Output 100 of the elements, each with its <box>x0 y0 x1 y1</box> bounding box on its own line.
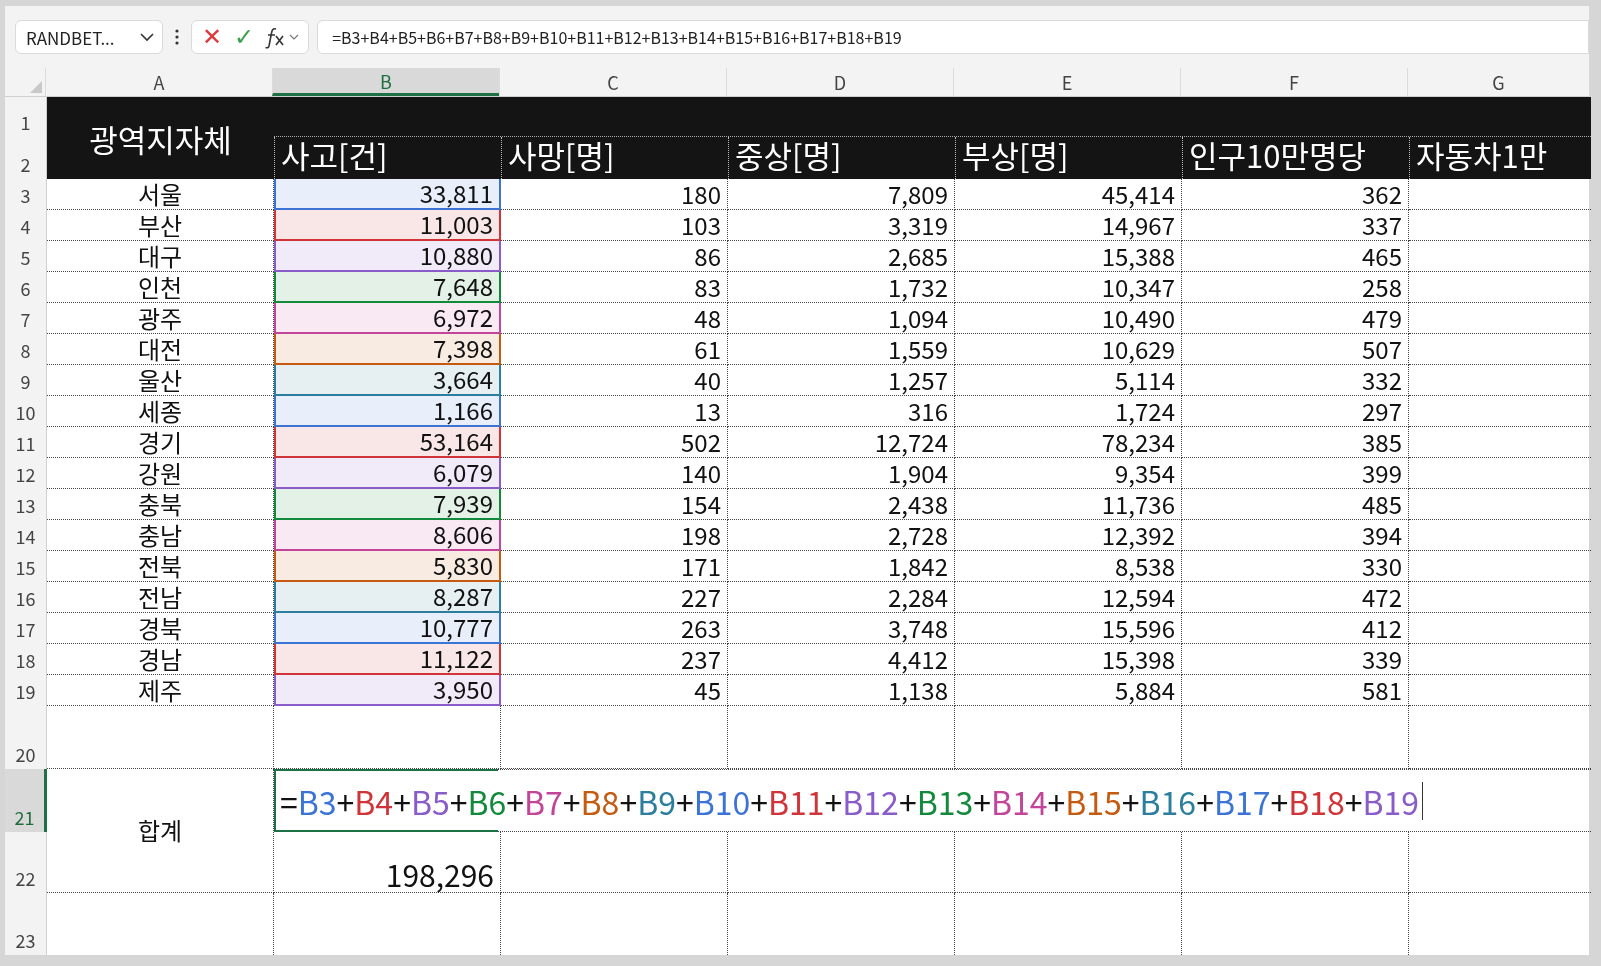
table-cell: 14,967 <box>955 210 1182 241</box>
cell-editor[interactable]: =B3+B4+B5+B6+B7+B8+B9+B10+B11+B12+B13+B14+B15+B16+B17+B18+B19 <box>280 780 1424 822</box>
row-header[interactable]: 3 <box>5 179 47 210</box>
header-cell: 자동차1만 <box>1409 137 1591 179</box>
row-header[interactable]: 14 <box>5 520 47 551</box>
table-cell: 11,736 <box>955 489 1182 520</box>
row-header[interactable]: 18 <box>5 644 47 675</box>
table-cell: 1,904 <box>728 458 955 489</box>
table-cell: 385 <box>1182 427 1409 458</box>
table-cell: 2,438 <box>728 489 955 520</box>
row-header[interactable]: 17 <box>5 613 47 644</box>
table-cell: 15,398 <box>955 644 1182 675</box>
table-cell: 1,257 <box>728 365 955 396</box>
header-cell: 중상[명] <box>728 137 955 179</box>
table-cell: 45,414 <box>955 179 1182 210</box>
table-cell: 11,122 <box>274 644 501 675</box>
table-cell: 198 <box>501 520 728 551</box>
header-cell: 사고[건] <box>274 137 501 179</box>
row-header[interactable]: 2 <box>5 137 47 179</box>
row-header[interactable]: 6 <box>5 272 47 303</box>
table-cell: 53,164 <box>274 427 501 458</box>
table-cell: 180 <box>501 179 728 210</box>
table-cell: 11,003 <box>274 210 501 241</box>
table-cell: 465 <box>1182 241 1409 272</box>
table-cell: 6,972 <box>274 303 501 334</box>
column-header[interactable]: F <box>1180 68 1407 96</box>
table-cell: 297 <box>1182 396 1409 427</box>
table-cell: 1,559 <box>728 334 955 365</box>
table-cell: 10,347 <box>955 272 1182 303</box>
row-header[interactable]: 8 <box>5 334 47 365</box>
table-cell: 154 <box>501 489 728 520</box>
row-header[interactable]: 21 <box>5 769 47 832</box>
column-header[interactable]: B <box>272 68 499 96</box>
table-cell: 237 <box>501 644 728 675</box>
row-header[interactable]: 15 <box>5 551 47 582</box>
table-cell: 171 <box>501 551 728 582</box>
header-cell: 인구10만명당 <box>1182 137 1409 179</box>
table-cell: 1,732 <box>728 272 955 303</box>
row-header[interactable]: 4 <box>5 210 47 241</box>
cancel-button[interactable]: ✕ <box>198 25 227 49</box>
table-cell: 1,724 <box>955 396 1182 427</box>
column-header[interactable]: E <box>953 68 1180 96</box>
table-cell: 2,284 <box>728 582 955 613</box>
row-header[interactable]: 19 <box>5 675 47 706</box>
table-cell: 13 <box>501 396 728 427</box>
table-cell: 502 <box>501 427 728 458</box>
table-cell: 12,392 <box>955 520 1182 551</box>
table-cell: 227 <box>501 582 728 613</box>
table-cell: 합계 <box>47 769 274 893</box>
more-options-icon[interactable] <box>175 29 179 45</box>
table-cell: 337 <box>1182 210 1409 241</box>
table-cell: 8,606 <box>274 520 501 551</box>
header-cell: 부상[명] <box>955 137 1182 179</box>
chevron-down-icon <box>140 32 154 42</box>
row-header[interactable]: 23 <box>5 893 47 955</box>
row-header[interactable]: 11 <box>5 427 47 458</box>
row-header[interactable]: 5 <box>5 241 47 272</box>
row-header[interactable]: 10 <box>5 396 47 427</box>
table-cell: 5,114 <box>955 365 1182 396</box>
table-cell: 330 <box>1182 551 1409 582</box>
table-cell: 1,166 <box>274 396 501 427</box>
table-cell: 316 <box>728 396 955 427</box>
table-cell: 8,538 <box>955 551 1182 582</box>
table-cell: 12,724 <box>728 427 955 458</box>
table-cell: 103 <box>501 210 728 241</box>
row-header[interactable]: 12 <box>5 458 47 489</box>
row-header[interactable]: 20 <box>5 706 47 769</box>
table-cell: 40 <box>501 365 728 396</box>
table-cell: 5,884 <box>955 675 1182 706</box>
table-cell: 412 <box>1182 613 1409 644</box>
table-cell: 485 <box>1182 489 1409 520</box>
table-cell: 10,629 <box>955 334 1182 365</box>
table-cell: 140 <box>501 458 728 489</box>
row-header[interactable]: 7 <box>5 303 47 334</box>
table-cell: 15,388 <box>955 241 1182 272</box>
table-cell: 86 <box>501 241 728 272</box>
row-header[interactable]: 16 <box>5 582 47 613</box>
table-cell: 1,138 <box>728 675 955 706</box>
table-cell: 10,777 <box>274 613 501 644</box>
row-header[interactable]: 13 <box>5 489 47 520</box>
table-cell: 2,728 <box>728 520 955 551</box>
table-cell: 83 <box>501 272 728 303</box>
column-header[interactable]: D <box>726 68 953 96</box>
name-box[interactable]: RANDBET... <box>15 20 163 54</box>
table-cell: 263 <box>501 613 728 644</box>
table-cell: 48 <box>501 303 728 334</box>
table-cell: 3,950 <box>274 675 501 706</box>
row-header[interactable]: 9 <box>5 365 47 396</box>
table-cell: 198,296 <box>274 832 501 893</box>
table-cell: 33,811 <box>274 179 501 210</box>
table-cell: 399 <box>1182 458 1409 489</box>
column-header[interactable]: G <box>1407 68 1589 96</box>
formula-bar[interactable]: =B3+B4+B5+B6+B7+B8+B9+B10+B11+B12+B13+B14+B15+B16+B17+B18+B19 <box>317 20 1589 54</box>
row-header[interactable]: 22 <box>5 832 47 893</box>
table-cell: 10,490 <box>955 303 1182 334</box>
row-header[interactable]: 1 <box>5 97 47 137</box>
table-cell: 7,939 <box>274 489 501 520</box>
table-cell: 362 <box>1182 179 1409 210</box>
table-cell: 339 <box>1182 644 1409 675</box>
column-header[interactable]: C <box>499 68 726 96</box>
